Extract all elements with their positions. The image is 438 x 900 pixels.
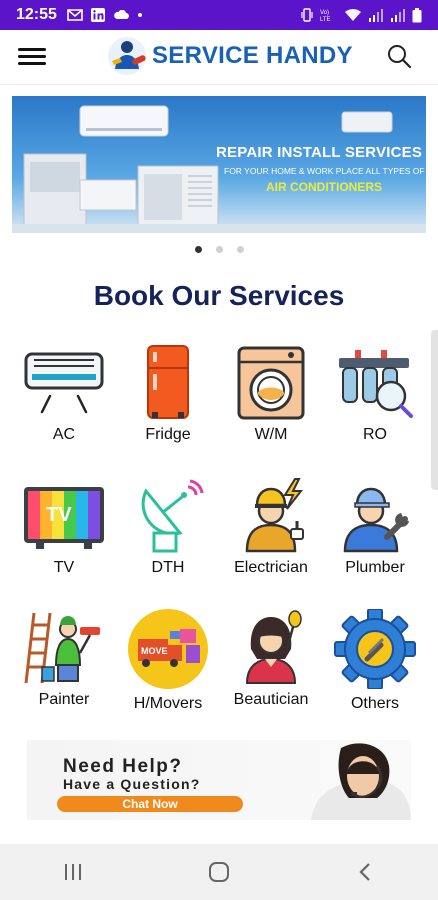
help-subheading: Have a Question? xyxy=(63,776,201,792)
system-nav-bar xyxy=(0,844,438,900)
wifi-icon xyxy=(345,8,361,21)
section-heading: Book Our Services xyxy=(93,280,345,311)
brand: SERVICE HANDY xyxy=(106,35,353,77)
service-label: DTH xyxy=(151,559,185,576)
service-hmovers[interactable]: MOVE H/Movers xyxy=(113,609,223,713)
help-heading: Need Help? xyxy=(63,756,183,777)
scroll-handle[interactable] xyxy=(431,330,438,490)
service-plumber[interactable]: Plumber xyxy=(320,477,430,577)
air-conditioners-illustration xyxy=(12,105,426,233)
satellite-dish-icon xyxy=(141,479,204,553)
help-card[interactable]: Need Help? Have a Question? Chat Now xyxy=(27,740,411,820)
electrician-icon xyxy=(245,478,304,553)
battery-icon xyxy=(412,7,422,22)
service-label: TV xyxy=(53,559,75,576)
vibrate-icon xyxy=(301,8,313,22)
service-handy-logo-icon xyxy=(108,37,146,75)
service-fridge[interactable]: Fridge xyxy=(113,344,223,444)
support-agent-illustration xyxy=(311,743,411,820)
service-label: Beautician xyxy=(233,691,309,708)
svg-text:MOVE: MOVE xyxy=(141,646,168,656)
svg-text:TV: TV xyxy=(46,504,72,526)
service-dth[interactable]: DTH xyxy=(113,477,223,577)
svg-text:Vo): Vo) xyxy=(320,10,329,16)
recents-icon[interactable] xyxy=(53,852,93,892)
service-label: H/Movers xyxy=(133,695,203,712)
gear-icon xyxy=(334,609,416,689)
service-ro[interactable]: RO xyxy=(320,344,430,444)
notification-icons xyxy=(67,8,143,22)
service-label: Painter xyxy=(38,691,90,708)
service-label: Electrician xyxy=(234,559,308,576)
linkedin-icon xyxy=(90,8,105,22)
movers-icon: MOVE xyxy=(128,609,208,689)
service-label: AC xyxy=(52,426,76,443)
banner-highlight: AIR CONDITIONERS xyxy=(266,180,383,194)
service-painter[interactable]: Painter xyxy=(9,609,119,709)
carousel-dot[interactable] xyxy=(215,246,223,253)
dot-icon xyxy=(137,13,142,17)
chat-now-button[interactable]: Chat Now xyxy=(57,796,243,812)
status-time: 12:55 xyxy=(16,6,57,23)
hamburger-icon[interactable] xyxy=(18,44,46,68)
status-bar: 12:55 Vo) LTE xyxy=(0,0,438,30)
service-beautician[interactable]: Beautician xyxy=(216,609,326,709)
app-title: SERVICE HANDY xyxy=(152,42,353,69)
service-others[interactable]: Others xyxy=(320,609,430,713)
back-icon[interactable] xyxy=(345,852,385,892)
painter-icon xyxy=(24,612,100,684)
volte-icon: Vo)LTE xyxy=(320,10,331,22)
plumber-icon xyxy=(343,487,409,553)
service-ac[interactable]: AC xyxy=(9,344,119,444)
air-conditioner-icon xyxy=(24,352,104,414)
banner-title: REPAIR INSTALL SERVICES xyxy=(216,144,423,161)
tv-icon: TV xyxy=(24,487,104,549)
water-purifier-icon xyxy=(339,350,413,418)
search-icon[interactable] xyxy=(386,43,412,69)
signal-icon xyxy=(391,9,405,22)
gmail-icon xyxy=(67,9,83,21)
service-label: Others xyxy=(350,695,399,712)
carousel-dot[interactable] xyxy=(236,246,244,253)
service-label: RO xyxy=(363,426,387,443)
promo-banner[interactable]: REPAIR INSTALL SERVICES FOR YOUR HOME & … xyxy=(12,96,426,233)
service-tv[interactable]: TV TV xyxy=(9,477,119,577)
service-electrician[interactable]: Electrician xyxy=(216,477,326,577)
cloud-icon xyxy=(114,10,129,19)
service-label: Fridge xyxy=(145,426,191,443)
signal-icon xyxy=(369,9,383,22)
service-wm[interactable]: W/M xyxy=(216,344,326,444)
system-icons: Vo) LTE xyxy=(300,7,422,23)
service-label: Plumber xyxy=(345,559,405,576)
service-label: W/M xyxy=(254,426,288,443)
fridge-icon xyxy=(147,345,189,419)
carousel-indicator xyxy=(0,246,438,253)
home-icon[interactable] xyxy=(199,852,239,892)
banner-subtitle: FOR YOUR HOME & WORK PLACE ALL TYPES OF xyxy=(224,166,425,176)
app-bar: SERVICE HANDY xyxy=(0,30,438,85)
beautician-icon xyxy=(245,610,302,684)
carousel-dot-active[interactable] xyxy=(194,246,202,253)
svg-text:LTE: LTE xyxy=(320,17,331,22)
washing-machine-icon xyxy=(237,346,305,420)
